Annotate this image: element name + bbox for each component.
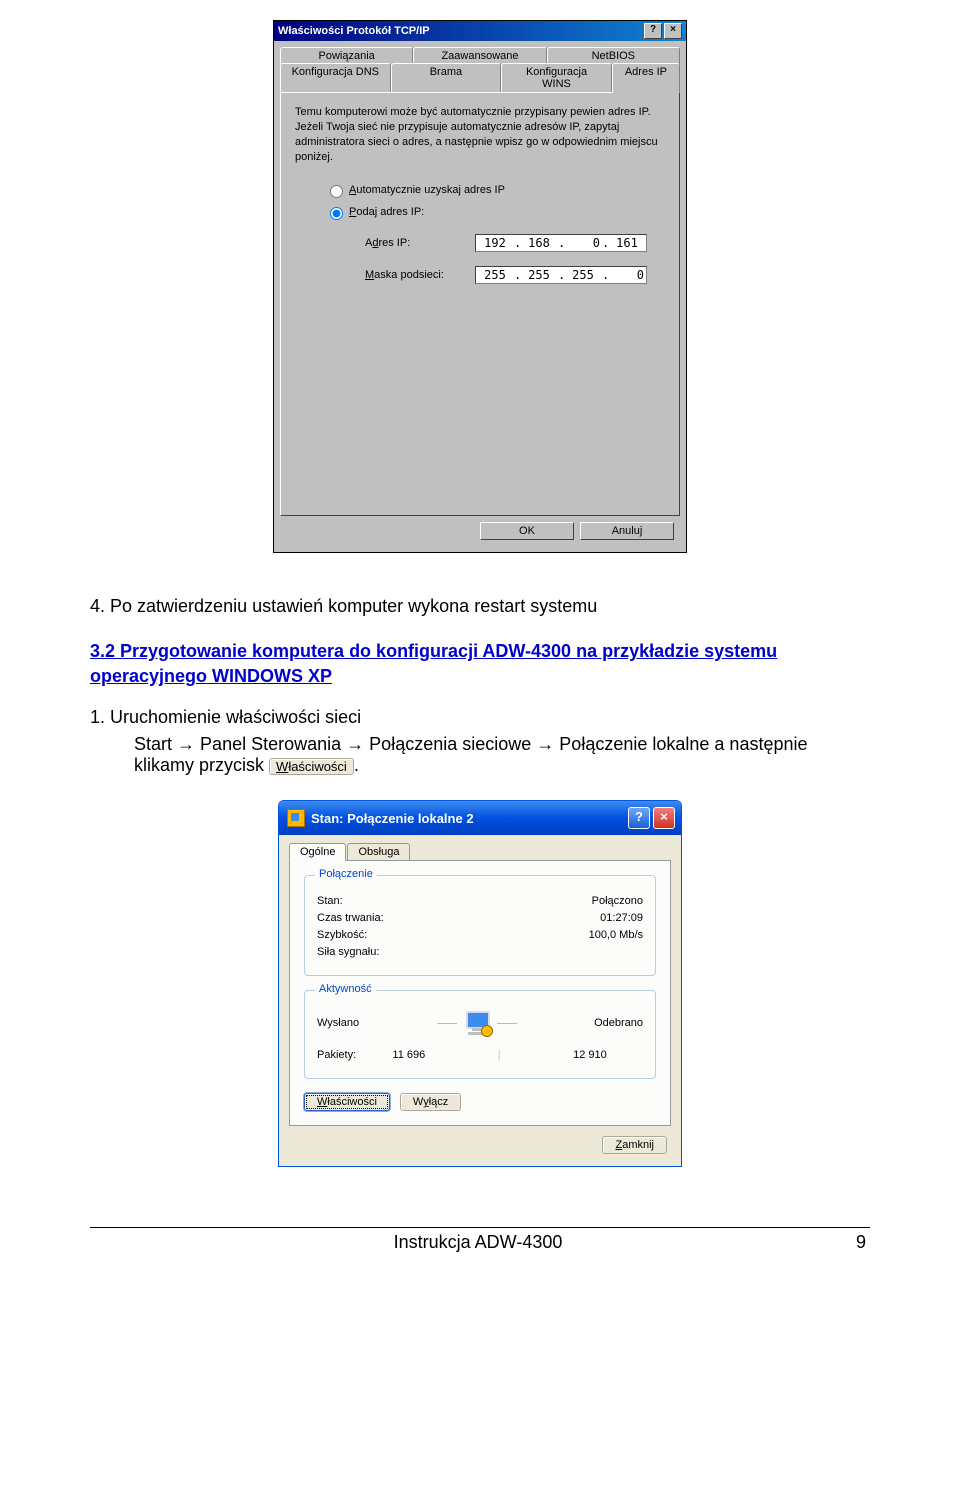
tab-konfiguracja-dns[interactable]: Konfiguracja DNS: [280, 63, 391, 92]
legend-aktywnosc: Aktywność: [315, 983, 376, 995]
dash-icon: [497, 1023, 517, 1024]
monitor-icon: [463, 1011, 491, 1035]
tab-powiazania[interactable]: Powiązania: [280, 47, 413, 64]
pakiety-label: Pakiety:: [317, 1049, 356, 1061]
subnet-mask-input[interactable]: 255. 255. 255. 0: [475, 266, 647, 284]
radio-auto-label: Automatycznie uzyskaj adres IP: [349, 184, 505, 196]
tab-panel-adres-ip: Temu komputerowi może być automatycznie …: [280, 92, 680, 516]
ip-description: Temu komputerowi może być automatycznie …: [295, 105, 665, 164]
win98-title: Właściwości Protokół TCP/IP: [278, 25, 430, 37]
group-aktywnosc: Aktywność Wysłano Odebrano P: [304, 990, 656, 1079]
properties-button-inline[interactable]: Właściwości: [269, 758, 354, 775]
xp-title: Stan: Połączenie lokalne 2: [311, 811, 474, 826]
radio-auto-ip[interactable]: [330, 185, 343, 198]
xp-titlebar[interactable]: Stan: Połączenie lokalne 2 ? ×: [279, 801, 681, 835]
tab-zaawansowane[interactable]: Zaawansowane: [413, 47, 546, 64]
step-1-title: 1. Uruchomienie właściwości sieci: [90, 707, 870, 728]
xp-connection-status-dialog: Stan: Połączenie lokalne 2 ? × Ogólne Ob…: [278, 800, 682, 1167]
wyslano-label: Wysłano: [317, 1017, 359, 1029]
cancel-button[interactable]: Anuluj: [580, 522, 674, 540]
szybkosc-label: Szybkość:: [317, 929, 367, 941]
step-4-text: 4. Po zatwierdzeniu ustawień komputer wy…: [90, 593, 870, 619]
sila-label: Siła sygnału:: [317, 946, 379, 958]
radio-manual-row[interactable]: Podaj adres IP:: [325, 204, 665, 220]
radio-manual-label: Podaj adres IP:: [349, 206, 424, 218]
tab-ogolne[interactable]: Ogólne: [289, 843, 346, 861]
legend-polaczenie: Połączenie: [315, 868, 377, 880]
ip-address-input[interactable]: 192. 168. 0. 161: [475, 234, 647, 252]
titlebar-close-button[interactable]: ×: [664, 23, 682, 39]
tab-netbios[interactable]: NetBIOS: [547, 47, 680, 64]
odebrano-label: Odebrano: [594, 1017, 643, 1029]
win98-titlebar[interactable]: Właściwości Protokół TCP/IP ? ×: [274, 21, 686, 41]
stan-value: Połączono: [592, 895, 643, 907]
arrow-icon: →: [536, 734, 559, 754]
arrow-icon: →: [177, 734, 200, 754]
xp-panel-ogolne: Połączenie Stan: Połączono Czas trwania: 0…: [289, 860, 671, 1126]
dash-icon: [437, 1023, 457, 1024]
tab-konfiguracja-wins[interactable]: Konfiguracja WINS: [501, 63, 612, 92]
network-status-icon: [287, 809, 305, 827]
stan-label: Stan:: [317, 895, 343, 907]
page-number: 9: [826, 1232, 866, 1253]
ip-address-label: Adres IP:: [365, 237, 475, 249]
arrow-icon: →: [346, 734, 369, 754]
step-1-path: Start → Panel Sterowania → Połączenia si…: [134, 734, 870, 776]
szybkosc-value: 100,0 Mb/s: [589, 929, 643, 941]
win98-tcpip-dialog: Właściwości Protokół TCP/IP ? × Powiązan…: [273, 20, 687, 553]
radio-manual-ip[interactable]: [330, 207, 343, 220]
czas-label: Czas trwania:: [317, 912, 384, 924]
pakiety-odebrano-value: 12 910: [573, 1049, 607, 1061]
disable-button[interactable]: Wyłącz: [400, 1093, 461, 1111]
footer-divider: [90, 1227, 870, 1228]
czas-value: 01:27:09: [600, 912, 643, 924]
group-polaczenie: Połączenie Stan:Połączono Czas trwania:0…: [304, 875, 656, 976]
footer-text: Instrukcja ADW-4300: [130, 1232, 826, 1253]
tab-adres-ip[interactable]: Adres IP: [612, 63, 680, 93]
titlebar-help-button[interactable]: ?: [628, 807, 650, 829]
section-heading-link[interactable]: 3.2 Przygotowanie komputera do konfigura…: [90, 639, 870, 689]
ok-button[interactable]: OK: [480, 522, 574, 540]
subnet-mask-label: Maska podsieci:: [365, 269, 475, 281]
radio-auto-row[interactable]: Automatycznie uzyskaj adres IP: [325, 182, 665, 198]
titlebar-help-button[interactable]: ?: [644, 23, 662, 39]
titlebar-close-button[interactable]: ×: [653, 807, 675, 829]
properties-button[interactable]: Właściwości: [304, 1093, 390, 1111]
close-button[interactable]: Zamknij: [602, 1136, 667, 1154]
tab-brama[interactable]: Brama: [391, 63, 502, 92]
pakiety-wyslano-value: 11 696: [392, 1049, 425, 1061]
tab-obsluga[interactable]: Obsługa: [347, 843, 410, 860]
